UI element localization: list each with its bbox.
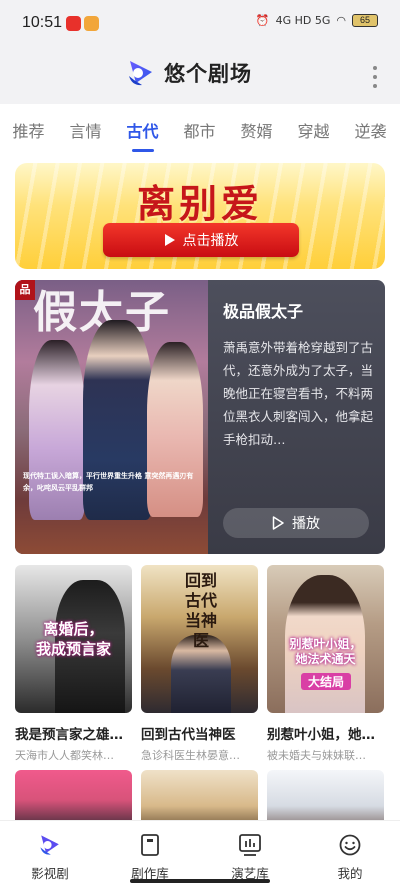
book-icon (141, 834, 159, 856)
featured-drama-card[interactable]: 假太子 品 现代特工误入暗算，平行世界重生升格 意突然再遇刃有余，叱咤风云平乱群… (15, 280, 385, 554)
category-tabs: 推荐 言情 古代 都市 赘婿 穿越 逆袭 (0, 104, 400, 154)
banner-play-button[interactable]: 点击播放 (103, 223, 299, 257)
drama-title: 我是预言家之雄… (15, 727, 123, 743)
more-dot-icon (373, 75, 377, 79)
drama-thumbnail[interactable]: 回到古代当神医 (141, 565, 258, 713)
more-dot-icon (373, 66, 377, 70)
drama-title: 别惹叶小姐，她… (267, 727, 375, 743)
tab-time-travel[interactable]: 穿越 (285, 104, 342, 154)
app-screen: 10:51 ⏰ 4G HD 5G ◠ 65 悠个剧场 推荐 言情 古代 都市 赘… (0, 0, 400, 889)
smile-icon (339, 834, 361, 856)
featured-play-button[interactable]: 播放 (223, 508, 369, 538)
featured-title: 极品假太子 (223, 302, 304, 321)
status-time: 10:51 (22, 14, 63, 31)
wifi-icon: ◠ (336, 14, 346, 27)
weibo-notification-icon (66, 16, 81, 31)
promo-banner[interactable]: 离别爱 点击播放 (15, 163, 385, 269)
tab-son-in-law[interactable]: 赘婿 (228, 104, 285, 154)
tab-ancient[interactable]: 古代 (114, 104, 171, 154)
network-label: 4G HD 5G (275, 14, 331, 27)
more-menu-button[interactable] (372, 66, 378, 88)
poster-tag: 品 (15, 280, 35, 300)
drama-card[interactable]: 离婚后， 我成预言家 我是预言家之雄… 天海市人人都笑林… (15, 565, 132, 763)
featured-play-label: 播放 (292, 516, 320, 532)
nav-item-videos[interactable]: 影视剧 (0, 821, 100, 889)
nav-label: 影视剧 (31, 866, 69, 881)
play-outline-icon (272, 516, 284, 530)
status-bar: 10:51 ⏰ 4G HD 5G ◠ 65 (0, 0, 400, 48)
drama-poster-text: 回到古代当神医 (184, 571, 217, 650)
drama-card[interactable]: 别惹叶小姐， 她法术通天 大结局 别惹叶小姐，她… 被未婚夫与妹妹联… (267, 565, 384, 763)
bottom-navigation: 影视剧 剧作库 演艺库 我的 (0, 820, 400, 889)
banner-play-label: 点击播放 (182, 233, 239, 249)
app-header: 悠个剧场 (0, 48, 400, 104)
tab-comeback[interactable]: 逆袭 (342, 104, 399, 154)
play-logo-icon (40, 835, 59, 855)
drama-subtitle: 天海市人人都笑林… (15, 749, 114, 762)
home-indicator[interactable] (130, 879, 270, 883)
drama-thumbnail[interactable]: 别惹叶小姐， 她法术通天 大结局 (267, 565, 384, 713)
tab-recommend[interactable]: 推荐 (0, 104, 57, 154)
status-indicators: ⏰ 4G HD 5G ◠ 65 (256, 14, 378, 27)
drama-subtitle: 被未婚夫与妹妹联… (267, 749, 366, 762)
banner-title: 离别爱 (136, 181, 263, 226)
featured-info: 极品假太子 萧禹意外带着枪穿越到了古代，还意外成为了太子，当晚他正在寝宫看书，不… (223, 298, 373, 451)
app-name: 悠个剧场 (164, 62, 252, 86)
featured-description: 萧禹意外带着枪穿越到了古代，还意外成为了太子，当晚他正在寝宫看书，不料两位黑衣人… (223, 340, 374, 447)
drama-subtitle: 急诊科医生林晏意… (141, 749, 240, 762)
battery-icon: 65 (352, 14, 378, 27)
drama-status-badge: 大结局 (301, 673, 351, 690)
drama-card[interactable]: 回到古代当神医 回到古代当神医 急诊科医生林晏意… (141, 565, 258, 763)
drama-poster-text: 离婚后， 我成预言家 (35, 620, 111, 658)
drama-thumbnail[interactable]: 离婚后， 我成预言家 (15, 565, 132, 713)
alarm-icon: ⏰ (255, 14, 270, 27)
more-dot-icon (373, 84, 377, 88)
tab-romance[interactable]: 言情 (57, 104, 114, 154)
chart-icon (239, 834, 261, 856)
featured-poster[interactable]: 假太子 品 现代特工误入暗算，平行世界重生升格 意突然再遇刃有余，叱咤风云平乱群… (15, 280, 208, 554)
game-notification-icon (84, 16, 99, 31)
poster-caption: 现代特工误入暗算，平行世界重生升格 意突然再遇刃有余，叱咤风云平乱群邦 (23, 472, 194, 492)
drama-title: 回到古代当神医 (141, 727, 236, 743)
nav-label: 我的 (337, 866, 363, 881)
tab-urban[interactable]: 都市 (171, 104, 228, 154)
play-icon (164, 234, 175, 246)
app-logo-icon (129, 61, 152, 86)
drama-poster-text: 别惹叶小姐， 她法术通天 (289, 637, 362, 666)
app-logo: 悠个剧场 (126, 58, 252, 88)
nav-item-profile[interactable]: 我的 (300, 821, 400, 889)
